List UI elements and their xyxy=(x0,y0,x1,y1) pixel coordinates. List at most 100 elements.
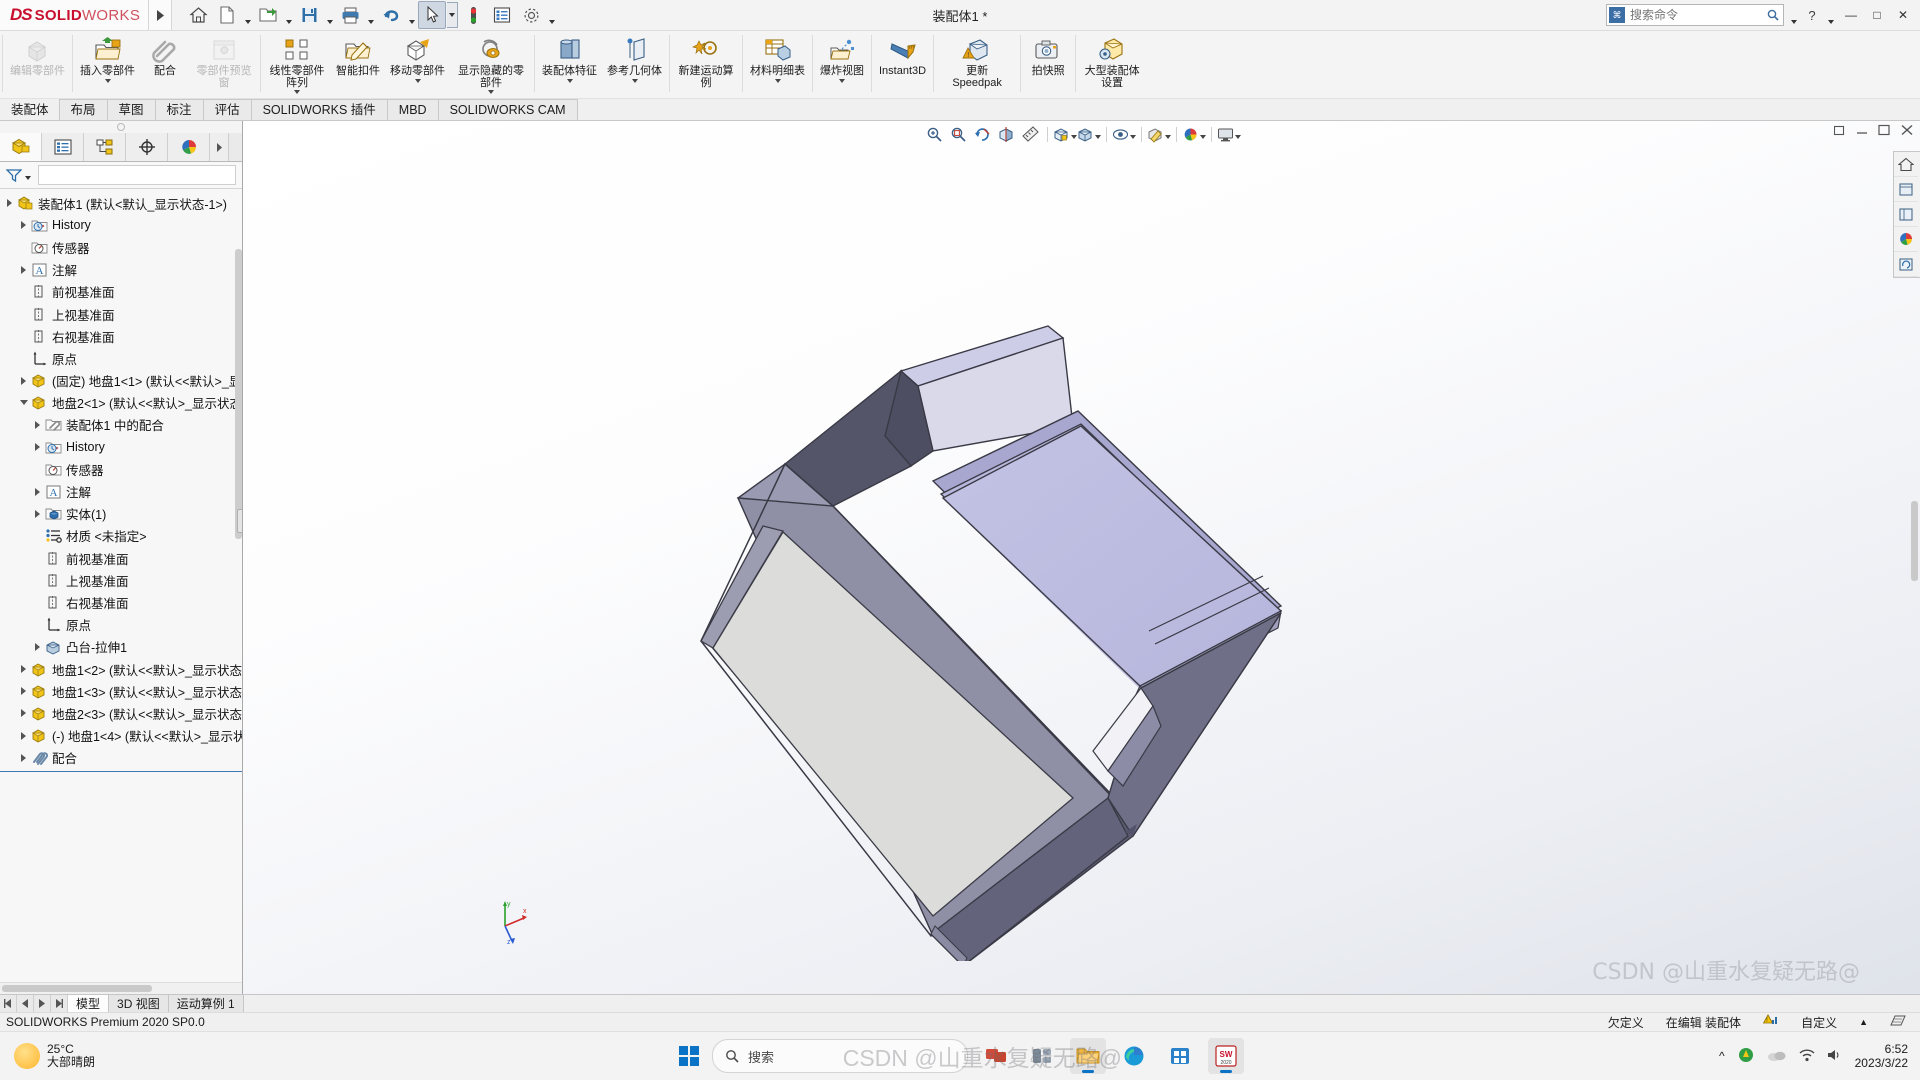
open-folder-icon[interactable] xyxy=(254,1,282,29)
close-doc-icon[interactable] xyxy=(1900,124,1914,139)
tree-node[interactable]: 上视基准面 xyxy=(0,569,242,591)
tree-node[interactable]: 右视基准面 xyxy=(0,325,242,347)
tree-horizontal-scrollbar[interactable] xyxy=(0,982,242,994)
tree-node[interactable]: 右视基准面 xyxy=(0,591,242,613)
tree-node[interactable]: 传感器 xyxy=(0,236,242,258)
ribbon-button-dropdown-icon[interactable] xyxy=(488,90,494,95)
dimxpert-tab[interactable] xyxy=(126,133,168,161)
undo-dropdown[interactable] xyxy=(406,0,417,32)
tab-0[interactable]: 装配体 xyxy=(0,100,60,120)
section-view-icon[interactable] xyxy=(994,123,1018,145)
home-icon[interactable] xyxy=(184,1,212,29)
ribbon-button-8[interactable]: 装配体特征 xyxy=(537,31,602,98)
tree-expand-arrow-icon[interactable] xyxy=(17,747,30,769)
bottom-tab-1[interactable]: 3D 视图 xyxy=(109,995,169,1012)
solidworks-app-icon[interactable]: SW 2020 xyxy=(1208,1038,1244,1074)
search-options-dropdown[interactable] xyxy=(1788,0,1799,32)
taskview-icon[interactable] xyxy=(978,1038,1014,1074)
zoom-to-area-icon[interactable] xyxy=(946,123,970,145)
start-button-icon[interactable] xyxy=(676,1043,702,1069)
menu-expand-arrow-icon[interactable] xyxy=(149,0,173,30)
tab-1[interactable]: 布局 xyxy=(58,99,108,120)
cloud-icon[interactable] xyxy=(1767,1048,1787,1065)
tab-4[interactable]: 评估 xyxy=(202,99,252,120)
tree-node[interactable]: 前视基准面 xyxy=(0,281,242,303)
options-dropdown[interactable] xyxy=(546,0,557,32)
save-icon[interactable] xyxy=(295,1,323,29)
edit-appearance-icon[interactable] xyxy=(1147,123,1171,145)
nav-first-icon[interactable] xyxy=(0,995,17,1012)
tree-node[interactable]: 装配体1 (默认<默认_显示状态-1>) xyxy=(0,192,242,214)
tree-node[interactable]: 地盘2<1> (默认<<默认>_显示状态 xyxy=(0,392,242,414)
store-icon[interactable] xyxy=(1162,1038,1198,1074)
status-caret-icon[interactable]: ▲ xyxy=(1859,1017,1868,1027)
maximize-doc-icon[interactable] xyxy=(1878,124,1891,139)
ribbon-button-12[interactable]: 爆炸视图 xyxy=(815,31,869,98)
tree-expand-arrow-icon[interactable] xyxy=(31,481,44,503)
minimize-doc-icon[interactable] xyxy=(1856,124,1869,139)
measure-icon[interactable] xyxy=(1018,123,1042,145)
tree-node[interactable]: 材质 <未指定> xyxy=(0,525,242,547)
tray-expand-icon[interactable]: ^ xyxy=(1719,1049,1725,1063)
tree-node[interactable]: 原点 xyxy=(0,614,242,636)
bottom-tab-2[interactable]: 运动算例 1 xyxy=(168,995,244,1012)
help-icon[interactable]: ? xyxy=(1803,4,1821,26)
tree-node[interactable]: 地盘1<2> (默认<<默认>_显示状态 xyxy=(0,658,242,680)
tree-node[interactable]: A 注解 xyxy=(0,480,242,502)
maximize-button[interactable]: □ xyxy=(1866,2,1888,28)
nav-next-icon[interactable] xyxy=(34,995,51,1012)
ribbon-button-15[interactable]: 拍快照 xyxy=(1023,31,1073,98)
tab-7[interactable]: SOLIDWORKS CAM xyxy=(437,99,578,120)
panel-resize-handle[interactable] xyxy=(237,509,242,533)
tree-expand-arrow-icon[interactable] xyxy=(31,503,44,525)
tab-3[interactable]: 标注 xyxy=(154,99,204,120)
tree-node[interactable]: 凸台-拉伸1 xyxy=(0,636,242,658)
zoom-to-fit-icon[interactable] xyxy=(922,123,946,145)
ribbon-button-7[interactable]: 显示隐藏的零部件 xyxy=(450,31,532,98)
display-style-icon[interactable] xyxy=(1077,123,1101,145)
new-document-icon[interactable] xyxy=(213,1,241,29)
tree-expand-arrow-icon[interactable] xyxy=(17,259,30,281)
taskbar-clock[interactable]: 6:52 2023/3/22 xyxy=(1855,1042,1908,1070)
tab-5[interactable]: SOLIDWORKS 插件 xyxy=(250,99,388,120)
file-explorer-icon[interactable] xyxy=(1070,1038,1106,1074)
tree-node[interactable]: A 注解 xyxy=(0,259,242,281)
rebuild-icon[interactable] xyxy=(459,1,487,29)
ribbon-button-1[interactable]: 插入零部件 xyxy=(75,31,140,98)
minimize-button[interactable]: — xyxy=(1840,2,1862,28)
command-search[interactable]: ⌘ xyxy=(1606,4,1784,26)
ribbon-button-dropdown-icon[interactable] xyxy=(631,78,638,83)
3d-model-assembly[interactable] xyxy=(243,121,1893,961)
ribbon-button-9[interactable]: 参考几何体 xyxy=(602,31,667,98)
ribbon-button-11[interactable]: 材料明细表 xyxy=(745,31,810,98)
volume-icon[interactable] xyxy=(1827,1048,1843,1065)
tree-expand-arrow-icon[interactable] xyxy=(17,214,30,236)
new-document-dropdown[interactable] xyxy=(242,0,253,32)
view-home-icon[interactable] xyxy=(1894,152,1918,177)
ribbon-button-dropdown-icon[interactable] xyxy=(104,78,111,83)
tree-expand-arrow-icon[interactable] xyxy=(31,636,44,658)
ribbon-button-dropdown-icon[interactable] xyxy=(774,78,781,83)
view-left-icon[interactable] xyxy=(1894,202,1918,227)
configuration-manager-tab[interactable] xyxy=(84,133,126,161)
bottom-tab-0[interactable]: 模型 xyxy=(68,995,110,1012)
tree-node[interactable]: 实体(1) xyxy=(0,503,242,525)
tree-expand-arrow-icon[interactable] xyxy=(17,370,30,392)
tree-vertical-scrollbar[interactable] xyxy=(235,189,242,982)
graphics-viewport[interactable]: y x z CSDN @山重水复疑无路@ xyxy=(243,121,1920,994)
ribbon-button-dropdown-icon[interactable] xyxy=(566,78,573,83)
more-tabs-icon[interactable] xyxy=(210,133,229,161)
ribbon-button-10[interactable]: 新建运动算例 xyxy=(672,31,740,98)
restore-doc-icon[interactable] xyxy=(1833,124,1847,139)
options-list-icon[interactable] xyxy=(488,1,516,29)
widgets-icon[interactable] xyxy=(1024,1038,1060,1074)
status-note-icon[interactable] xyxy=(1890,1014,1906,1031)
save-dropdown[interactable] xyxy=(324,0,335,32)
select-dropdown[interactable] xyxy=(447,2,459,28)
previous-view-icon[interactable] xyxy=(970,123,994,145)
tree-node[interactable]: History xyxy=(0,214,242,236)
ribbon-button-16[interactable]: 大型装配体设置 xyxy=(1078,31,1146,98)
tree-expand-arrow-icon[interactable] xyxy=(17,658,30,680)
tree-node[interactable]: (固定) 地盘1<1> (默认<<默认>_显 xyxy=(0,370,242,392)
view-front-icon[interactable] xyxy=(1894,177,1918,202)
